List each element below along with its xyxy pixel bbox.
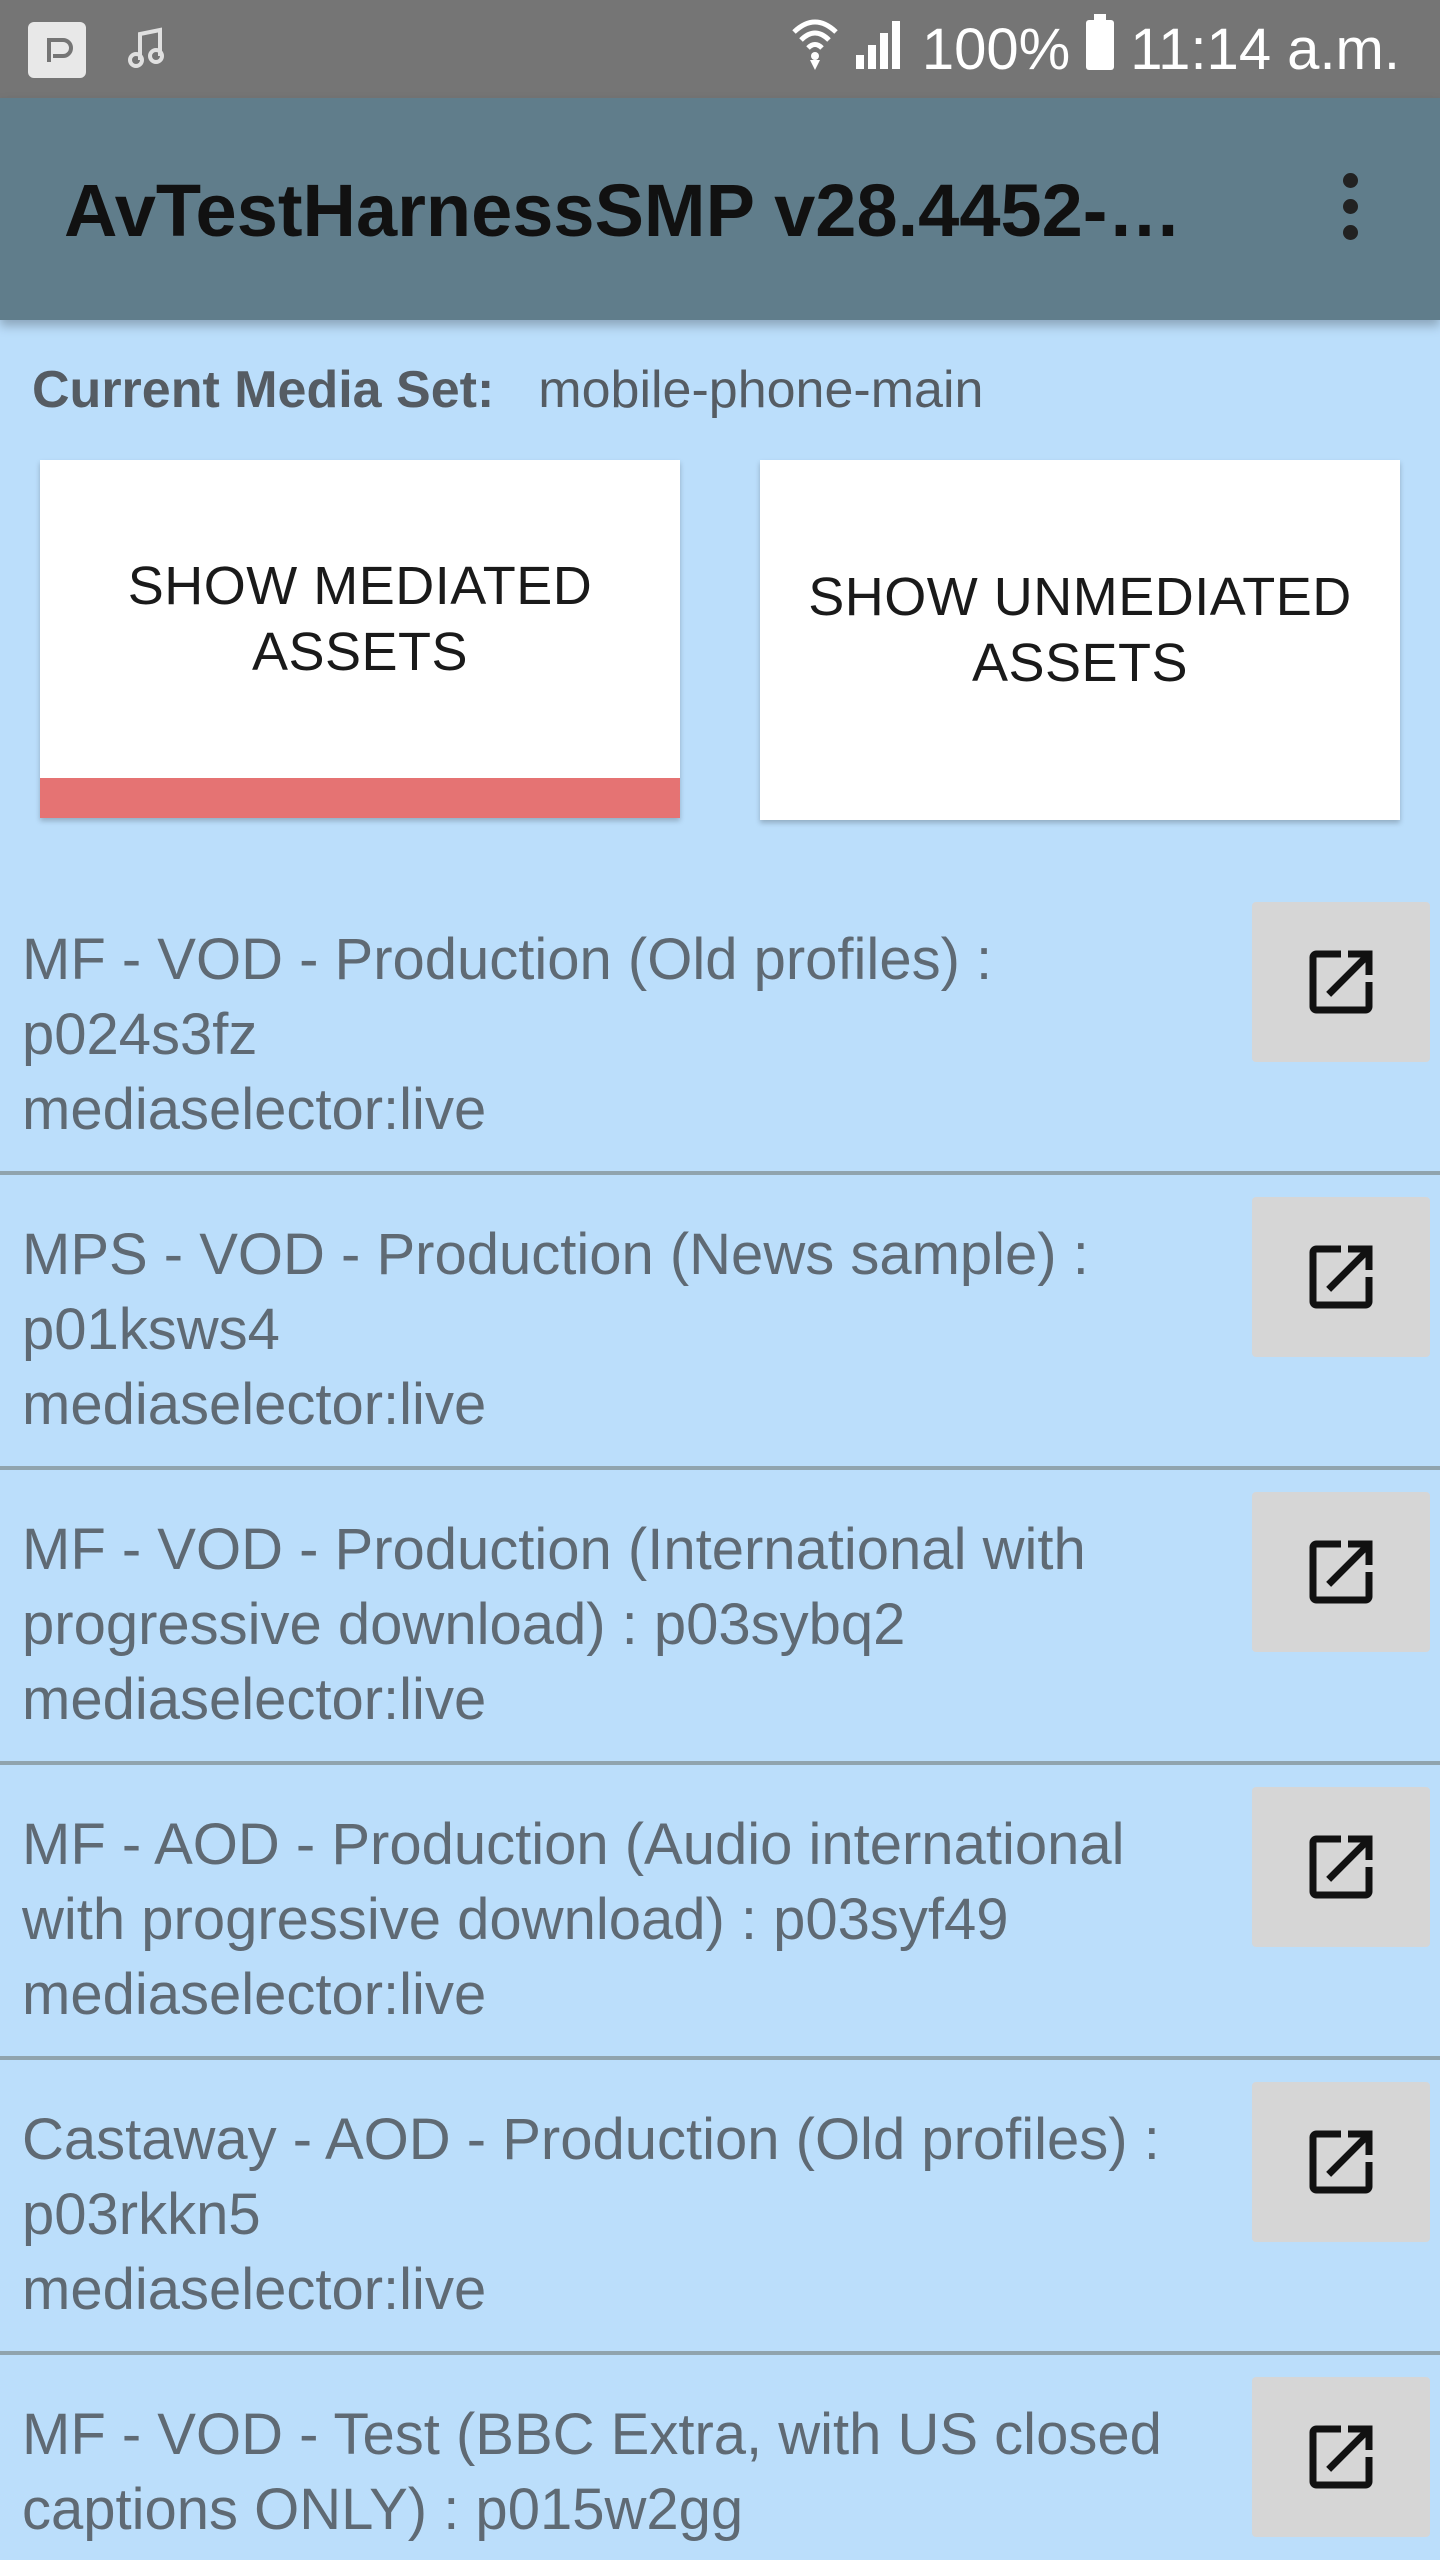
app-notification-icon [28,22,86,78]
show-unmediated-line1: SHOW UNMEDIATED [808,567,1352,627]
open-in-new-button[interactable] [1252,1197,1430,1357]
asset-title: Castaway - AOD - Production (Old profile… [22,2107,1160,2247]
asset-source: mediaselector:live [22,1667,487,1732]
open-in-new-icon [1309,1540,1373,1604]
open-in-new-icon [1309,950,1373,1014]
show-unmediated-assets-label: SHOW UNMEDIATED ASSETS [808,564,1352,696]
asset-source: mediaselector:live [22,1372,487,1437]
show-mediated-assets-button[interactable]: SHOW MEDIATED ASSETS [40,460,680,818]
asset-source: mediaselector:live [22,2547,1240,2560]
open-in-new-button[interactable] [1252,2082,1430,2242]
media-set-value: mobile-phone-main [538,361,984,419]
list-item[interactable]: MF - VOD - Test (BBC Extra, with US clos… [0,2355,1440,2560]
show-mediated-assets-label: SHOW MEDIATED ASSETS [128,553,593,685]
list-item[interactable]: MF - AOD - Production (Audio internation… [0,1765,1440,2060]
status-bar-notifications [28,22,166,78]
selected-indicator [40,778,680,818]
asset-title: MF - AOD - Production (Audio internation… [22,1812,1125,1952]
open-in-new-icon [1309,2130,1373,2194]
more-vert-icon[interactable] [1300,156,1400,256]
open-in-new-icon [1309,2425,1373,2489]
open-in-new-button[interactable] [1252,1492,1430,1652]
show-mediated-line1: SHOW MEDIATED [127,556,593,616]
open-in-new-button[interactable] [1252,2377,1430,2537]
app-bar: AvTestHarnessSMP v28.4452-… [0,98,1440,320]
current-media-set: Current Media Set: mobile-phone-main [32,360,983,420]
show-unmediated-line2: ASSETS [971,633,1189,693]
list-item[interactable]: MF - VOD - Production (International wit… [0,1470,1440,1765]
asset-source: mediaselector:live [22,1962,487,2027]
media-set-label: Current Media Set: [32,361,495,419]
asset-list: MF - VOD - Production (Old profiles) : p… [0,880,1440,2560]
list-item[interactable]: Castaway - AOD - Production (Old profile… [0,2060,1440,2355]
open-in-new-button[interactable] [1252,1787,1430,1947]
status-bar: 100% 11:14 a.m. [0,0,1440,98]
list-item[interactable]: MF - VOD - Production (Old profiles) : p… [0,880,1440,1175]
open-in-new-button[interactable] [1252,902,1430,1062]
asset-source: mediaselector:live [22,2257,487,2322]
status-bar-system: 100% 11:14 a.m. [790,14,1400,84]
asset-source: mediaselector:live [22,1077,487,1142]
wifi-icon [790,14,840,84]
battery-icon [1084,14,1116,84]
show-mediated-line2: ASSETS [251,622,469,682]
battery-percent: 100% [921,16,1071,82]
asset-title: MPS - VOD - Production (News sample) : p… [22,1222,1089,1362]
signal-icon [854,16,908,83]
show-unmediated-assets-button[interactable]: SHOW UNMEDIATED ASSETS [760,460,1400,820]
asset-title: MF - VOD - Production (International wit… [22,1517,1086,1657]
asset-title: MF - VOD - Test (BBC Extra, with US clos… [22,2402,1162,2542]
music-note-icon [126,26,166,75]
app-title: AvTestHarnessSMP v28.4452-… [64,169,1182,252]
open-in-new-icon [1309,1835,1373,1899]
list-item[interactable]: MPS - VOD - Production (News sample) : p… [0,1175,1440,1470]
asset-title: MF - VOD - Production (Old profiles) : p… [22,927,993,1067]
open-in-new-icon [1309,1245,1373,1309]
clock: 11:14 a.m. [1130,16,1400,82]
